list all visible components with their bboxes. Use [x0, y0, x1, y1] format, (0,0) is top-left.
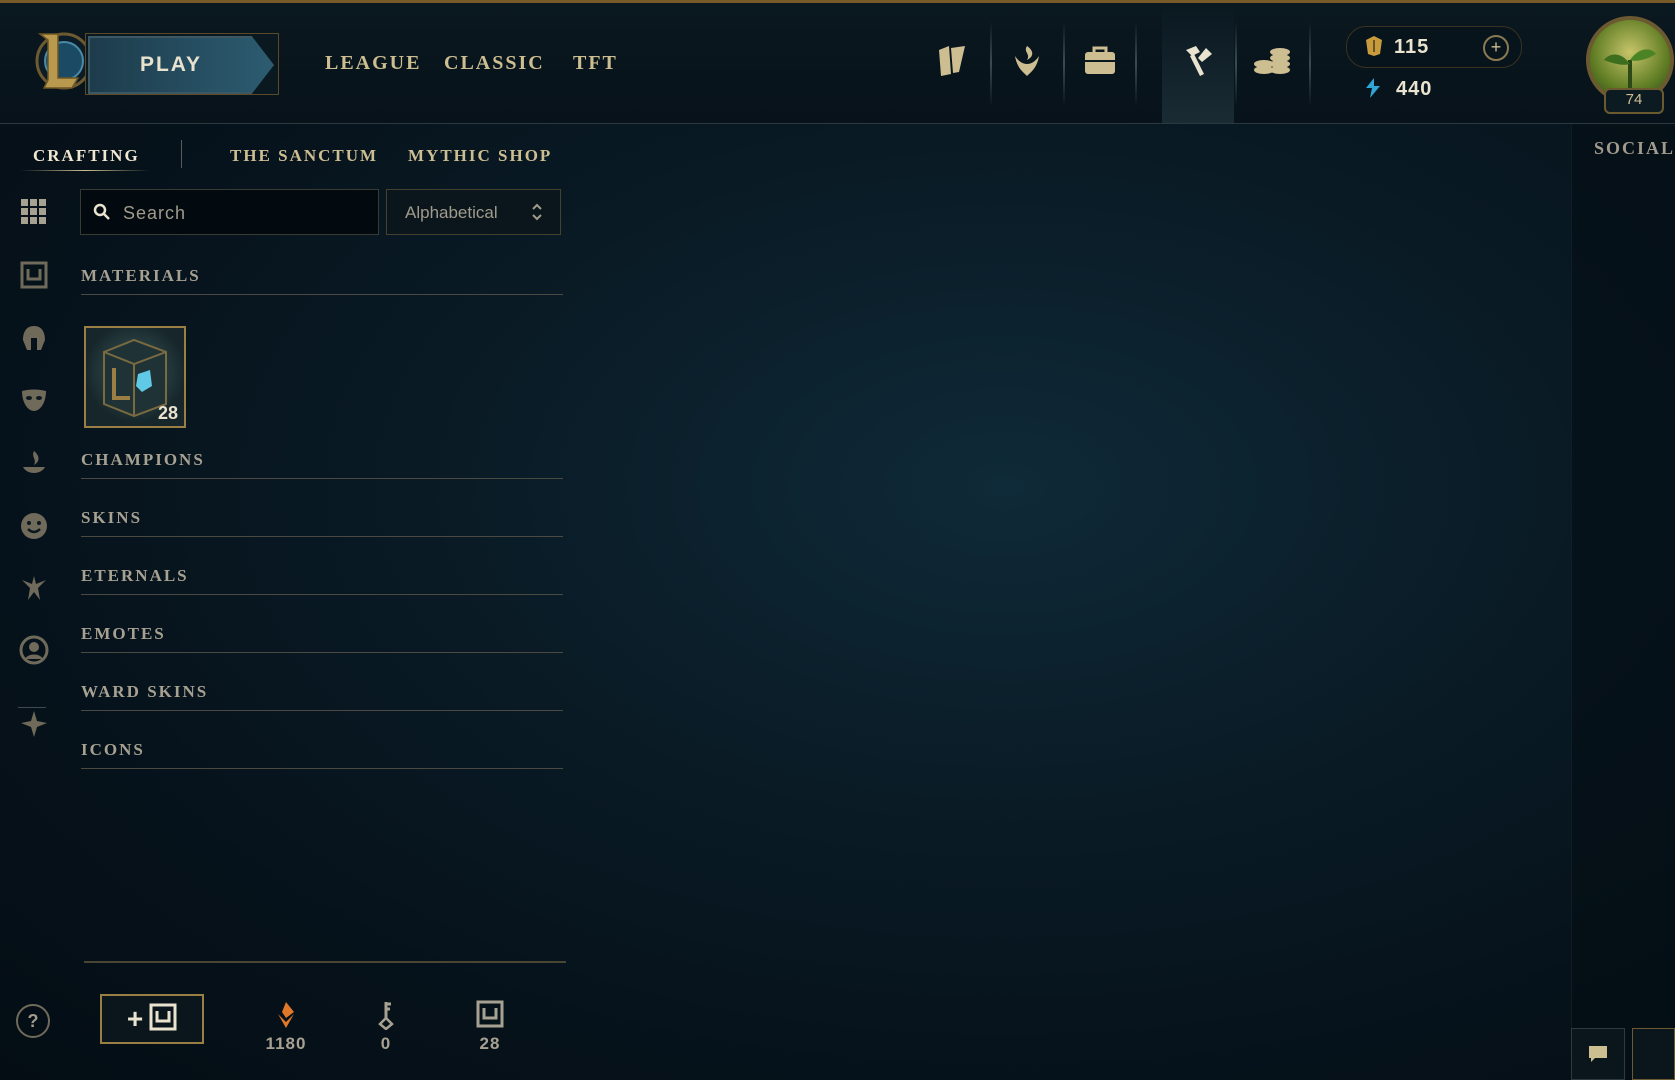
- sort-selected-label: Alphabetical: [405, 203, 498, 222]
- profile-icon[interactable]: [18, 634, 50, 666]
- store-bag-icon[interactable]: [1065, 30, 1135, 90]
- chest-value: 28: [479, 1034, 501, 1053]
- crafting-hammer-icon[interactable]: [1163, 30, 1233, 90]
- header-divider: [1309, 22, 1311, 104]
- smiley-icon[interactable]: [18, 510, 50, 542]
- nav-tft[interactable]: TFT: [573, 52, 618, 75]
- craft-key-button[interactable]: +: [100, 994, 204, 1044]
- help-button[interactable]: ?: [16, 1004, 50, 1038]
- social-label[interactable]: SOCIAL: [1594, 138, 1675, 159]
- category-champions[interactable]: CHAMPIONS: [81, 450, 563, 479]
- category-label: WARD SKINS: [81, 682, 209, 701]
- subnav-divider: [181, 140, 182, 168]
- header-divider: [1135, 22, 1137, 104]
- material-count: 28: [157, 403, 178, 423]
- flame-icon[interactable]: [18, 447, 50, 479]
- orange-essence-icon: [272, 1002, 300, 1034]
- category-label: ETERNALS: [81, 566, 189, 585]
- orange-essence-value: 1180: [265, 1034, 307, 1053]
- category-label: EMOTES: [81, 624, 166, 643]
- add-rp-button[interactable]: +: [1483, 35, 1509, 61]
- chat-button[interactable]: [1571, 1028, 1625, 1080]
- coins-icon[interactable]: [1237, 30, 1307, 90]
- active-tab-underline: [20, 170, 150, 171]
- category-label: CHAMPIONS: [81, 450, 205, 469]
- material-tile[interactable]: 28: [84, 326, 186, 428]
- category-skins[interactable]: SKINS: [81, 508, 563, 537]
- key-counter: 0: [356, 1000, 416, 1053]
- bottom-divider: [84, 961, 566, 963]
- chevron-updown-icon: [531, 202, 543, 227]
- level-badge: 74: [1604, 88, 1664, 114]
- category-icons[interactable]: ICONS: [81, 740, 563, 769]
- category-label: ICONS: [81, 740, 145, 759]
- search-box: [80, 189, 379, 236]
- eternal-icon[interactable]: [18, 572, 50, 604]
- category-emotes[interactable]: EMOTES: [81, 624, 563, 653]
- blue-essence-amount: 440: [1396, 78, 1433, 100]
- chest-icon[interactable]: [18, 259, 50, 291]
- category-label: SKINS: [81, 508, 143, 527]
- category-label: MATERIALS: [81, 266, 201, 285]
- chest-icon: [476, 1000, 504, 1032]
- helmet-icon[interactable]: [18, 322, 50, 354]
- grid-icon[interactable]: [18, 196, 50, 228]
- category-ward-skins[interactable]: WARD SKINS: [81, 682, 563, 711]
- collection-icon[interactable]: [918, 30, 988, 90]
- plus-label: +: [126, 1003, 144, 1034]
- chat-icon: [1589, 1046, 1607, 1062]
- riot-points-icon: [1362, 34, 1386, 63]
- orange-essence-counter: 1180: [256, 1000, 316, 1053]
- ward-icon[interactable]: [18, 708, 50, 740]
- nav-league[interactable]: LEAGUE: [325, 52, 421, 75]
- mask-icon[interactable]: [18, 384, 50, 416]
- chest-counter: 28: [460, 1000, 520, 1053]
- key-icon: [374, 1002, 398, 1034]
- ranked-emblem-icon[interactable]: [992, 30, 1062, 90]
- category-eternals[interactable]: ETERNALS: [81, 566, 563, 595]
- category-materials[interactable]: MATERIALS: [81, 266, 563, 295]
- sort-dropdown[interactable]: Alphabetical: [386, 189, 561, 235]
- tab-the-sanctum[interactable]: THE SANCTUM: [230, 146, 378, 166]
- play-button[interactable]: PLAY: [88, 36, 274, 94]
- nav-classic[interactable]: CLASSIC: [444, 52, 545, 75]
- search-input[interactable]: [121, 190, 375, 236]
- chest-icon: [149, 1003, 177, 1036]
- key-value: 0: [380, 1034, 392, 1053]
- league-logo-icon[interactable]: [34, 28, 93, 94]
- search-icon: [93, 203, 111, 226]
- play-label: PLAY: [139, 53, 203, 76]
- riot-points-amount: 115: [1394, 36, 1430, 58]
- tab-mythic-shop[interactable]: MYTHIC SHOP: [408, 146, 552, 166]
- friend-list-button[interactable]: [1632, 1028, 1675, 1080]
- social-panel: [1571, 124, 1675, 1080]
- tab-crafting[interactable]: CRAFTING: [33, 146, 140, 166]
- blue-essence-icon: [1362, 76, 1384, 105]
